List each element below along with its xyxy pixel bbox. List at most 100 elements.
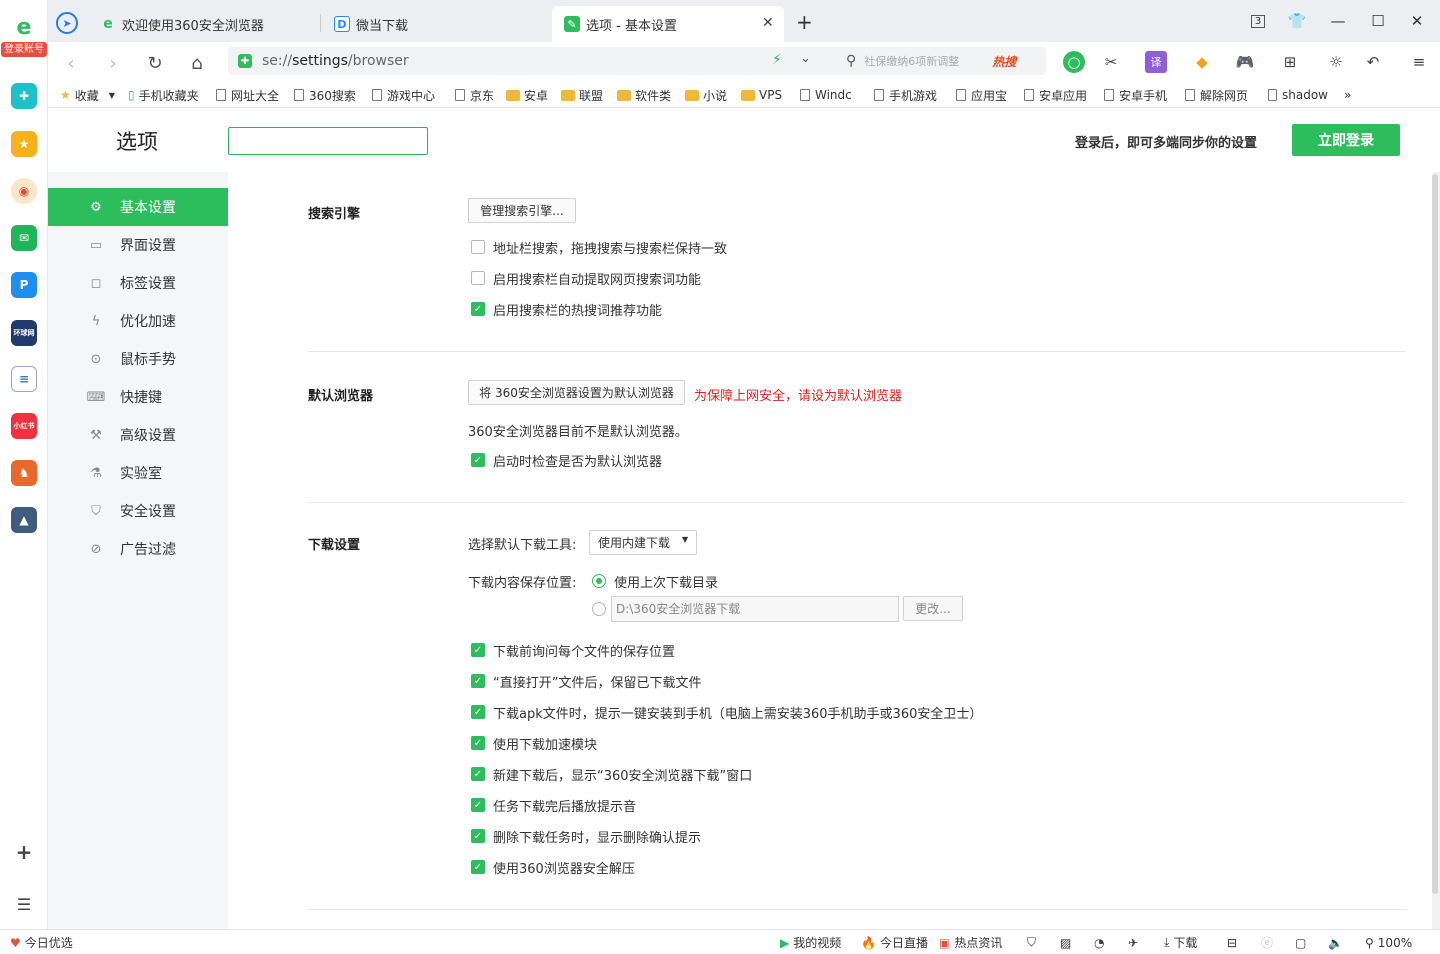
bookmark-folder[interactable]: VPS bbox=[741, 86, 782, 104]
weibo-icon[interactable]: ◉ bbox=[11, 178, 37, 204]
brightness-icon[interactable]: ☼ bbox=[1325, 51, 1347, 73]
document-icon[interactable]: ≡ bbox=[11, 366, 37, 392]
checkbox-check-default-on-start[interactable]: ✓ 启动时检查是否为默认浏览器 bbox=[471, 451, 662, 470]
star-icon[interactable]: ★ bbox=[11, 131, 37, 157]
home-icon[interactable]: ⌂ bbox=[184, 50, 210, 76]
window-status-icon[interactable]: ▢ bbox=[1295, 934, 1306, 951]
undo-icon[interactable]: ↶ bbox=[1362, 51, 1384, 73]
my-video[interactable]: ▶ 我的视频 bbox=[780, 934, 841, 951]
download-tool-select[interactable]: 使用内建下载 ▼ bbox=[589, 530, 697, 555]
game-icon[interactable]: ♞ bbox=[11, 460, 37, 486]
set-default-browser-button[interactable]: 将 360安全浏览器设置为默认浏览器 bbox=[468, 380, 685, 405]
checkbox-checked[interactable]: ✓ bbox=[471, 302, 485, 316]
search-box[interactable]: ⚲ 社保缴纳6项新调整 热搜 bbox=[838, 47, 1046, 75]
bookmark-favorites[interactable]: ★ 收藏 ▼ bbox=[60, 86, 115, 104]
tab-settings[interactable]: ✎ 选项 - 基本设置 ✕ bbox=[552, 6, 784, 42]
checkbox-checked[interactable]: ✓ bbox=[471, 674, 485, 688]
main-menu-icon[interactable]: ≡ bbox=[1408, 51, 1430, 73]
checkbox-download-accelerate[interactable]: ✓ 使用下载加速模块 bbox=[471, 734, 597, 753]
pubg-icon[interactable]: ▲ bbox=[11, 507, 37, 533]
logo-icon[interactable]: e bbox=[11, 14, 37, 40]
bookmark-item[interactable]: Windc bbox=[800, 86, 860, 104]
back-icon[interactable]: ‹ bbox=[58, 50, 84, 76]
bookmark-item[interactable]: 网址大全 bbox=[216, 86, 279, 104]
shirt-skin-icon[interactable]: 👕 bbox=[1285, 10, 1309, 32]
sidebar-item-mouse-gesture[interactable]: ⊙ 鼠标手势 bbox=[48, 340, 228, 378]
medical-cross-icon[interactable]: ✚ bbox=[11, 83, 37, 109]
bookmark-item[interactable]: 手机游戏 bbox=[874, 86, 940, 104]
checkbox-ask-save-location[interactable]: ✓ 下载前询问每个文件的保存位置 bbox=[471, 641, 675, 660]
hot-news[interactable]: ▣ 热点资讯 bbox=[939, 934, 1002, 951]
minimize-icon[interactable]: — bbox=[1326, 10, 1350, 32]
new-tab-icon[interactable]: + bbox=[796, 10, 813, 34]
bookmark-item[interactable]: 360搜索 bbox=[294, 86, 356, 104]
tab-weidown[interactable]: D 微当下载 bbox=[322, 6, 552, 42]
checkbox-keep-after-open[interactable]: ✓ “直接打开”文件后，保留已下载文件 bbox=[471, 672, 701, 691]
checkbox-show-download-window[interactable]: ✓ 新建下载后，显示“360安全浏览器下载”窗口 bbox=[471, 765, 752, 784]
checkbox-sync-search[interactable]: 地址栏搜索，拖拽搜索与搜索栏保持一致 bbox=[471, 238, 727, 257]
bookmark-folder[interactable]: 安卓 bbox=[506, 86, 548, 104]
change-directory-button[interactable]: 更改... bbox=[903, 596, 963, 621]
login-button[interactable]: 立即登录 bbox=[1292, 124, 1400, 156]
speed-icon[interactable]: ◔ bbox=[1094, 934, 1104, 951]
ie-icon[interactable]: ⓔ bbox=[1261, 934, 1273, 951]
gamepad-icon[interactable]: 🎮 bbox=[1234, 51, 1256, 73]
scroll-thumb[interactable] bbox=[1432, 174, 1438, 894]
checkbox-auto-extract[interactable]: 启用搜索栏自动提取网页搜索词功能 bbox=[471, 269, 701, 288]
checkbox-checked[interactable]: ✓ bbox=[471, 767, 485, 781]
navigation-arrow-icon[interactable]: ➤ bbox=[56, 12, 78, 34]
checkbox-delete-confirm[interactable]: ✓ 删除下载任务时，显示删除确认提示 bbox=[471, 827, 701, 846]
checkbox-checked[interactable]: ✓ bbox=[471, 829, 485, 843]
bookmark-item[interactable]: 解除网页 bbox=[1185, 86, 1251, 104]
device-icon[interactable]: ⊟ bbox=[1227, 934, 1237, 951]
bookmark-folder[interactable]: 小说 bbox=[685, 86, 727, 104]
sidebar-item-interface[interactable]: ▭ 界面设置 bbox=[48, 226, 228, 264]
address-bar[interactable]: ✚ se:// settings /browser ⚡ ⌄ bbox=[228, 47, 870, 75]
bookmark-item[interactable]: 安卓应用 bbox=[1024, 86, 1088, 104]
apps-grid-icon[interactable]: ⊞ bbox=[1279, 51, 1301, 73]
sidebar-item-tabs[interactable]: ◻ 标签设置 bbox=[48, 264, 228, 302]
checkbox-hot-words[interactable]: ✓ 启用搜索栏的热搜词推荐功能 bbox=[471, 300, 662, 319]
radio-custom-directory[interactable] bbox=[592, 602, 606, 616]
forward-icon[interactable]: › bbox=[100, 50, 126, 76]
xiaohongshu-icon[interactable]: 小红书 bbox=[11, 413, 37, 439]
download-path-field[interactable]: D:\360安全浏览器下载 bbox=[611, 596, 899, 622]
shield-status-icon[interactable]: ⛉ bbox=[1027, 934, 1036, 951]
checkbox-checked[interactable]: ✓ bbox=[471, 736, 485, 750]
mail-icon[interactable]: ✉ bbox=[11, 225, 37, 251]
login-account-label[interactable]: 登录账号 bbox=[1, 42, 47, 57]
sidebar-item-advanced[interactable]: ⚒ 高级设置 bbox=[48, 416, 228, 454]
bookmarks-more[interactable]: » bbox=[1344, 86, 1351, 104]
add-icon[interactable]: + bbox=[11, 839, 37, 865]
checkbox-checked[interactable]: ✓ bbox=[471, 643, 485, 657]
manage-search-engines-button[interactable]: 管理搜索引擎... bbox=[468, 198, 576, 223]
checkbox-unchecked[interactable] bbox=[471, 240, 485, 254]
checkbox-checked[interactable]: ✓ bbox=[471, 705, 485, 719]
settings-search-input[interactable] bbox=[228, 127, 428, 155]
translate-icon[interactable]: 译 bbox=[1145, 51, 1167, 73]
scrollbar[interactable] bbox=[1432, 172, 1440, 929]
tab-welcome[interactable]: e 欢迎使用360安全浏览器 bbox=[88, 6, 318, 42]
today-picks[interactable]: ♥ 今日优选 bbox=[10, 934, 73, 951]
radio-last-directory[interactable]: 使用上次下载目录 bbox=[592, 572, 718, 591]
bookmark-item[interactable]: shadow bbox=[1268, 86, 1328, 104]
maximize-icon[interactable]: ☐ bbox=[1366, 10, 1390, 32]
sidebar-item-adblock[interactable]: ⊘ 广告过滤 bbox=[48, 530, 228, 568]
sidebar-item-shortcuts[interactable]: ⌨ 快捷键 bbox=[48, 378, 228, 416]
chevron-down-icon[interactable]: ⌄ bbox=[800, 51, 811, 66]
lightning-icon[interactable]: ⚡ bbox=[772, 52, 782, 68]
world-news-icon[interactable]: 环球网 bbox=[11, 320, 37, 346]
bookmark-item[interactable]: 京东 bbox=[455, 86, 494, 104]
bookmark-folder[interactable]: 联盟 bbox=[561, 86, 603, 104]
bookmark-item[interactable]: 游戏中心 bbox=[372, 86, 435, 104]
radio-selected[interactable] bbox=[592, 574, 606, 588]
checkbox-safe-unzip[interactable]: ✓ 使用360浏览器安全解压 bbox=[471, 858, 635, 877]
live-stream[interactable]: 🔥 今日直播 bbox=[861, 934, 928, 951]
menu-list-icon[interactable]: ☰ bbox=[11, 891, 37, 917]
scissors-icon[interactable]: ✂ bbox=[1100, 51, 1122, 73]
sidebar-item-security[interactable]: ⛉ 安全设置 bbox=[48, 492, 228, 530]
sidebar-item-lab[interactable]: ⚗ 实验室 bbox=[48, 454, 228, 492]
hot-search-label[interactable]: 热搜 bbox=[992, 53, 1016, 70]
image-icon[interactable]: ▨ bbox=[1060, 934, 1071, 951]
coin-icon[interactable]: ◆ bbox=[1191, 51, 1213, 73]
